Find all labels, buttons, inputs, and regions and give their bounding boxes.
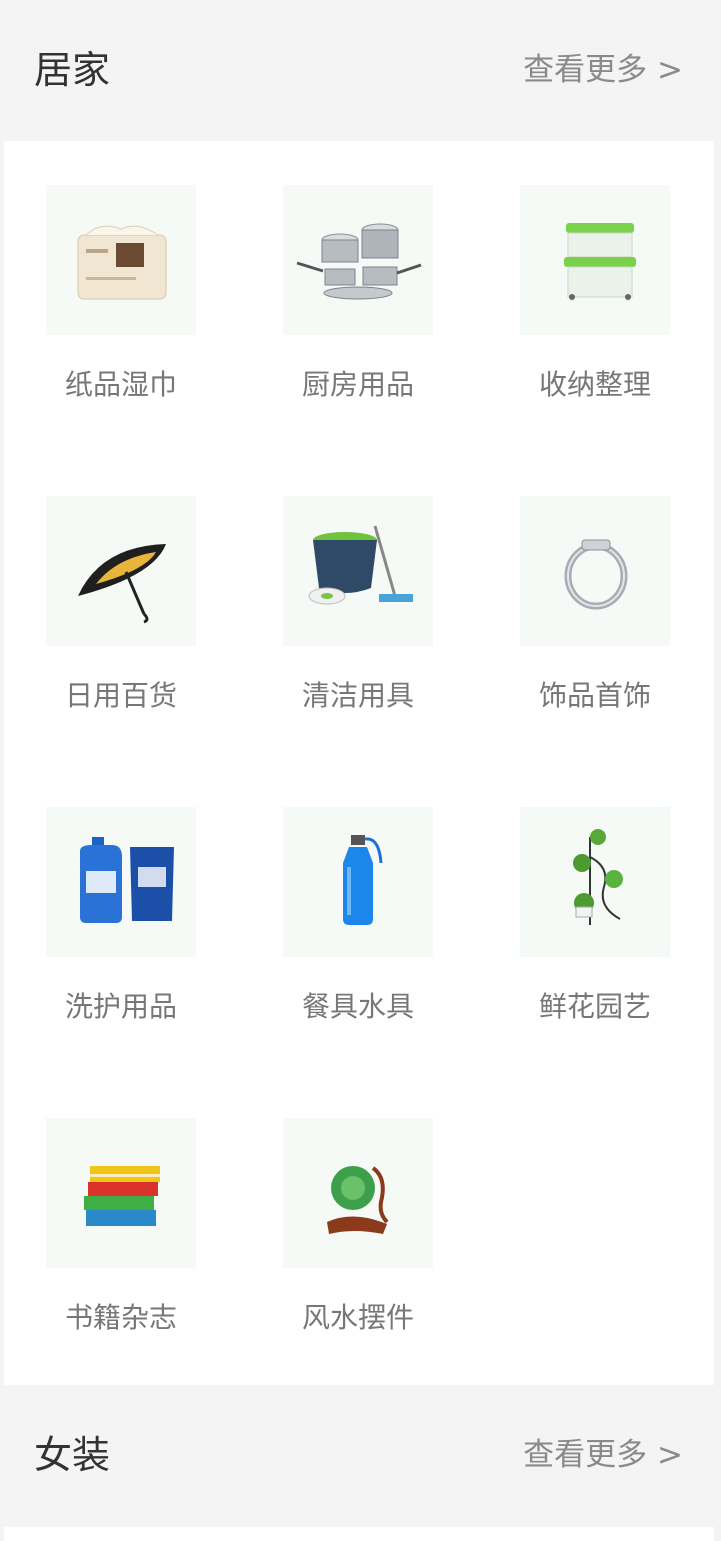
category-label: 书籍杂志 [64,1301,177,1334]
detergent-icon [46,807,196,957]
category-label: 鲜花园艺 [538,990,651,1023]
category-grid: 纸品湿巾 厨房用品 收纳整理 日用百货 清洁用具 饰品首饰 洗护用品 餐具水具 … [4,141,714,1385]
next-section-panel [4,1527,714,1541]
category-item-ornaments[interactable]: 风水摆件 [258,1118,458,1368]
plant-stand-icon [520,807,670,957]
category-item-storage[interactable]: 收纳整理 [495,185,695,435]
water-bottle-icon [283,807,433,957]
category-item-laundry[interactable]: 洗护用品 [21,807,221,1057]
category-label: 日用百货 [64,679,177,712]
category-label: 收纳整理 [538,368,651,401]
mop-bucket-icon [283,496,433,646]
category-item-tableware[interactable]: 餐具水具 [258,807,458,1057]
cookware-set-icon [283,185,433,335]
books-icon [46,1118,196,1268]
ring-icon [520,496,670,646]
ornament-icon [283,1118,433,1268]
category-item-kitchen[interactable]: 厨房用品 [258,185,458,435]
section-title: 女装 [34,1433,111,1477]
category-item-daily[interactable]: 日用百货 [21,496,221,746]
category-label: 餐具水具 [301,990,414,1023]
category-label: 纸品湿巾 [64,368,177,401]
tissue-pack-icon [46,185,196,335]
category-item-jewelry[interactable]: 饰品首饰 [495,496,695,746]
category-label: 厨房用品 [301,368,414,401]
storage-box-icon [520,185,670,335]
umbrella-icon [46,496,196,646]
category-label: 饰品首饰 [538,679,651,712]
category-item-cleaning[interactable]: 清洁用具 [258,496,458,746]
section-header-home: 居家 查看更多 > [0,0,721,140]
category-label: 洗护用品 [64,990,177,1023]
section-title: 居家 [34,48,111,92]
view-more-link[interactable]: 查看更多 > [523,1435,683,1475]
category-item-books[interactable]: 书籍杂志 [21,1118,221,1368]
category-label: 风水摆件 [301,1301,414,1334]
category-label: 清洁用具 [301,679,414,712]
category-item-tissue[interactable]: 纸品湿巾 [21,185,221,435]
category-item-gardening[interactable]: 鲜花园艺 [495,807,695,1057]
section-header-womens: 女装 查看更多 > [0,1385,721,1525]
view-more-link[interactable]: 查看更多 > [523,50,683,90]
